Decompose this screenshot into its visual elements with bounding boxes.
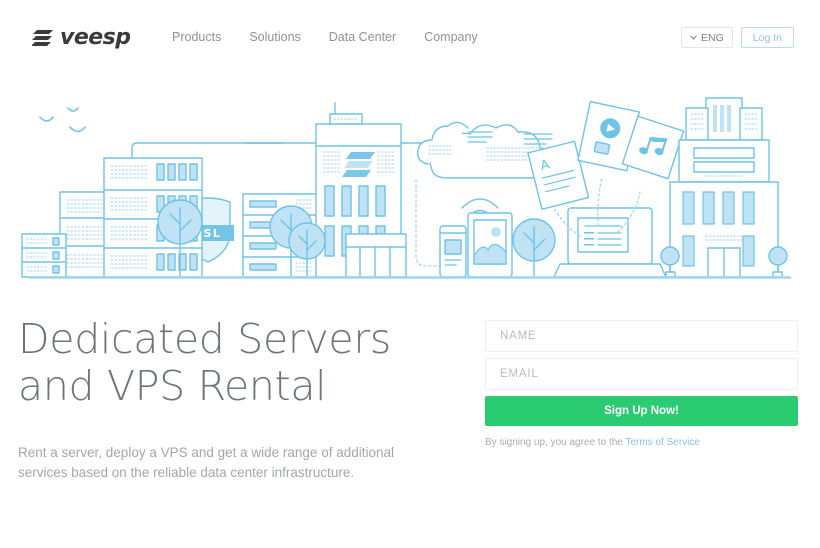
page-subtitle: Rent a server, deploy a VPS and get a wi… bbox=[18, 443, 408, 483]
laptop-device bbox=[553, 207, 667, 278]
right-tall-building bbox=[660, 97, 788, 278]
site-logo[interactable]: veesp bbox=[32, 25, 131, 50]
site-header: veesp Products Solutions Data Center Com… bbox=[0, 0, 820, 76]
tablet-device bbox=[467, 212, 513, 278]
signup-form: Sign Up Now! By signing up, you agree to… bbox=[485, 320, 798, 449]
landing-page: veesp Products Solutions Data Center Com… bbox=[0, 0, 820, 548]
logo-text: veesp bbox=[60, 25, 131, 50]
language-label: ENG bbox=[701, 31, 724, 44]
small-left-building bbox=[21, 233, 67, 278]
chevron-down-icon bbox=[690, 35, 697, 40]
nav-item-data-center[interactable]: Data Center bbox=[329, 30, 396, 44]
phone-device bbox=[439, 225, 467, 278]
nav-item-solutions[interactable]: Solutions bbox=[249, 30, 300, 44]
tree-icon-4 bbox=[512, 218, 556, 278]
language-selector[interactable]: ENG bbox=[681, 27, 733, 48]
hero-illustration: SSL A bbox=[0, 86, 820, 284]
terms-of-service-link[interactable]: Terms of Service bbox=[625, 437, 699, 448]
login-button[interactable]: Log In bbox=[740, 27, 794, 48]
subtitle-line-1: Rent a server, deploy a VPS and get a wi… bbox=[18, 445, 394, 460]
terms-notice: By signing up, you agree to the Terms of… bbox=[485, 436, 798, 449]
office-building bbox=[315, 102, 407, 278]
headline-line-2: and VPS Rental bbox=[18, 362, 327, 410]
veesp-bars-logo-icon bbox=[32, 29, 54, 46]
subtitle-line-2: services based on the reliable data cent… bbox=[18, 465, 355, 480]
page-title: Dedicated Servers and VPS Rental bbox=[18, 316, 458, 410]
birds-icon bbox=[39, 107, 86, 133]
nav-item-company[interactable]: Company bbox=[424, 30, 478, 44]
name-input[interactable] bbox=[485, 320, 798, 352]
main-nav: Products Solutions Data Center Company bbox=[172, 30, 478, 44]
sign-up-button[interactable]: Sign Up Now! bbox=[485, 396, 798, 426]
headline-line-1: Dedicated Servers bbox=[18, 315, 391, 363]
email-input[interactable] bbox=[485, 358, 798, 390]
header-actions: ENG Log In bbox=[681, 27, 794, 48]
terms-prefix-text: By signing up, you agree to the bbox=[485, 437, 626, 448]
nav-item-products[interactable]: Products bbox=[172, 30, 221, 44]
